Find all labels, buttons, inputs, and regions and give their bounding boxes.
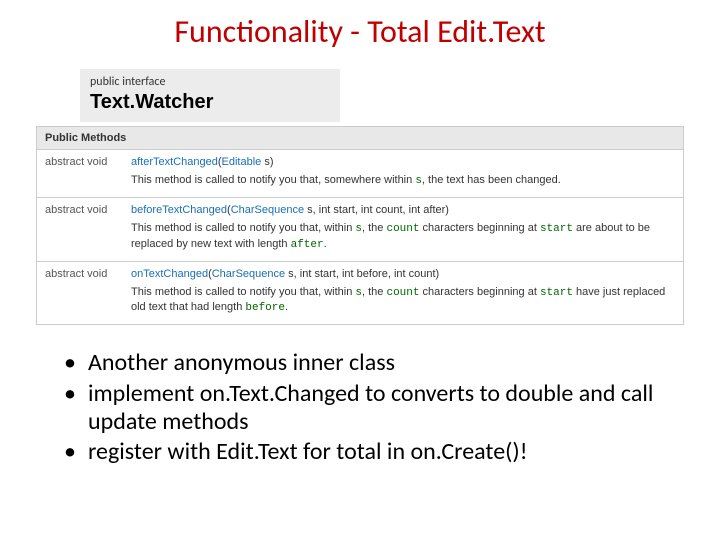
method-body: afterTextChanged(Editable s) This method… <box>127 150 683 197</box>
return-type: abstract void <box>37 150 127 197</box>
method-row: abstract void onTextChanged(CharSequence… <box>37 262 683 325</box>
method-row: abstract void beforeTextChanged(CharSequ… <box>37 198 683 262</box>
bullet-list: Another anonymous inner class implement … <box>64 349 670 466</box>
return-type: abstract void <box>37 262 127 325</box>
method-signature: onTextChanged(CharSequence s, int start,… <box>131 268 675 280</box>
interface-keyword: public interface <box>90 75 330 89</box>
method-signature: afterTextChanged(Editable s) <box>131 156 675 168</box>
method-signature: beforeTextChanged(CharSequence s, int st… <box>131 204 675 216</box>
bullet-item: implement on.Text.Changed to converts to… <box>64 380 670 437</box>
method-description: This method is called to notify you that… <box>131 173 675 189</box>
interface-name: Text.Watcher <box>90 89 330 114</box>
method-body: beforeTextChanged(CharSequence s, int st… <box>127 198 683 261</box>
bullet-item: register with Edit.Text for total in on.… <box>64 438 670 466</box>
method-name: onTextChanged <box>131 268 208 280</box>
method-name: afterTextChanged <box>131 156 218 168</box>
interface-box: public interface Text.Watcher <box>80 69 340 122</box>
bullet-item: Another anonymous inner class <box>64 349 670 377</box>
method-row: abstract void afterTextChanged(Editable … <box>37 150 683 198</box>
return-type: abstract void <box>37 198 127 261</box>
method-description: This method is called to notify you that… <box>131 221 675 253</box>
method-name: beforeTextChanged <box>131 204 227 216</box>
method-description: This method is called to notify you that… <box>131 285 675 317</box>
methods-header: Public Methods <box>37 127 683 150</box>
methods-table: Public Methods abstract void afterTextCh… <box>36 126 684 325</box>
method-body: onTextChanged(CharSequence s, int start,… <box>127 262 683 325</box>
slide-title: Functionality - Total Edit.Text <box>0 0 720 69</box>
